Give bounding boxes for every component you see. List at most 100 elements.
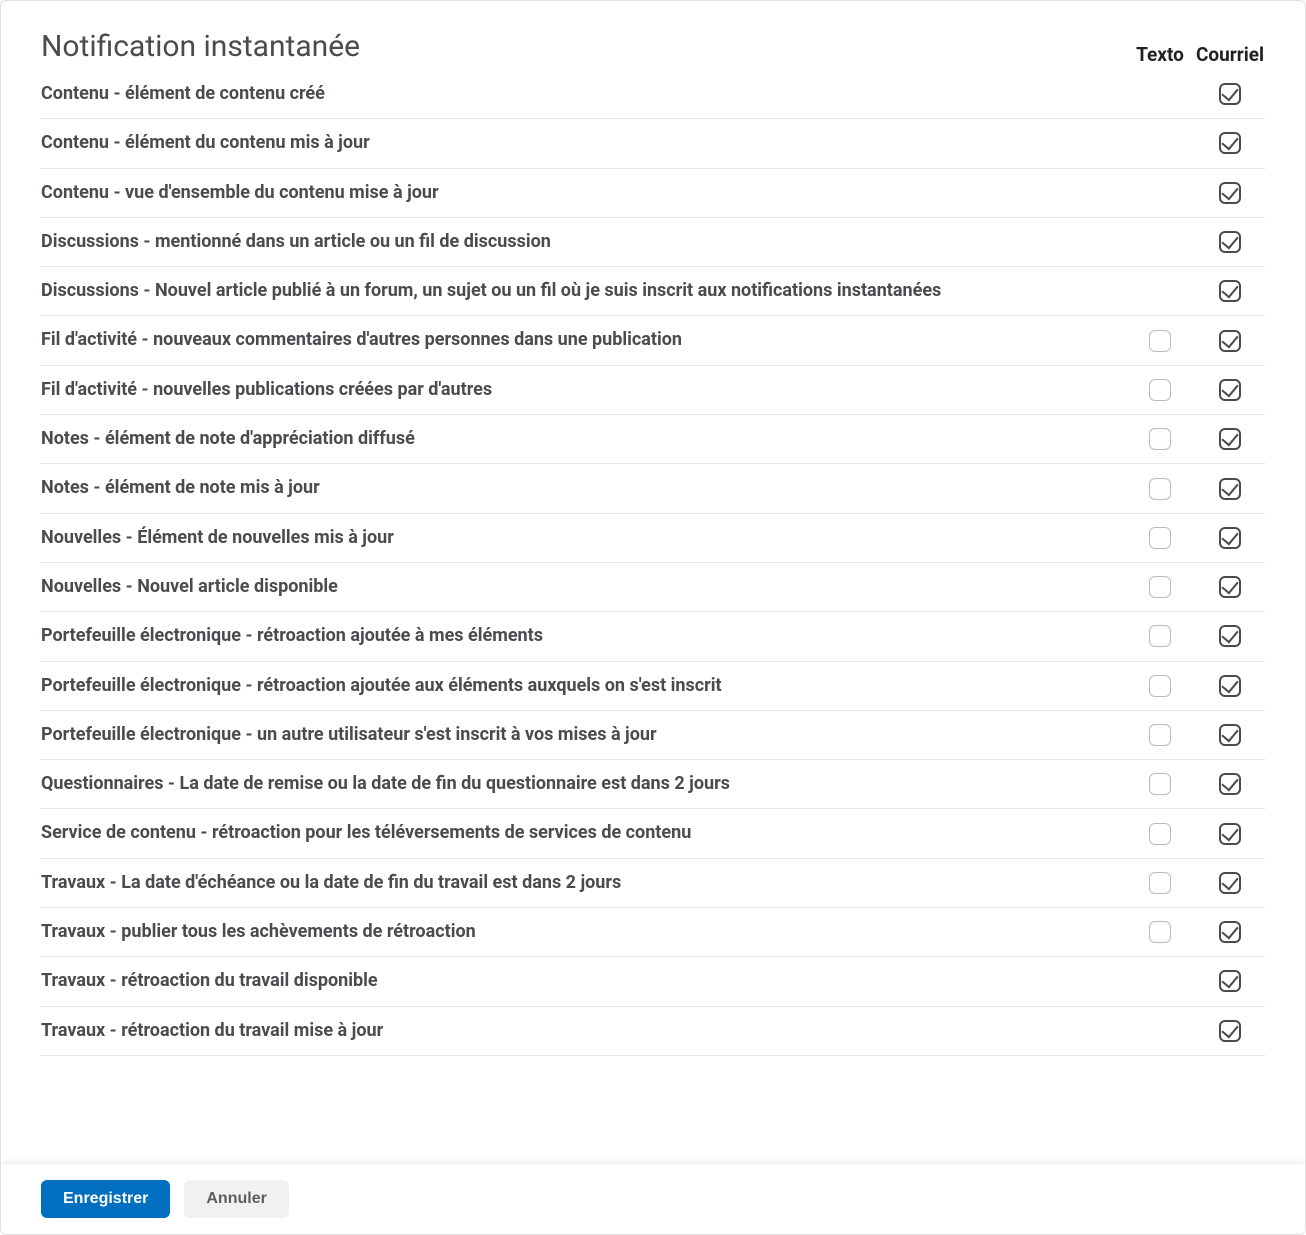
texto-cell (1125, 872, 1195, 894)
notification-label: Travaux - rétroaction du travail mise à … (41, 1007, 1125, 1055)
courriel-checkbox[interactable] (1219, 675, 1241, 697)
table-row: Travaux - rétroaction du travail disponi… (41, 957, 1265, 1006)
courriel-checkbox[interactable] (1219, 872, 1241, 894)
notification-label: Questionnaires - La date de remise ou la… (41, 760, 1125, 808)
notification-label: Notes - élément de note d'appréciation d… (41, 415, 1125, 463)
notification-label: Discussions - Nouvel article publié à un… (41, 267, 1125, 315)
texto-cell (1125, 675, 1195, 697)
texto-checkbox[interactable] (1149, 379, 1171, 401)
courriel-checkbox[interactable] (1219, 970, 1241, 992)
notification-label: Notes - élément de note mis à jour (41, 464, 1125, 512)
courriel-cell (1195, 182, 1265, 204)
courriel-checkbox[interactable] (1219, 1020, 1241, 1042)
notification-label: Portefeuille électronique - un autre uti… (41, 711, 1125, 759)
courriel-checkbox[interactable] (1219, 280, 1241, 302)
texto-cell (1125, 428, 1195, 450)
courriel-cell (1195, 823, 1265, 845)
courriel-checkbox[interactable] (1219, 773, 1241, 795)
courriel-cell (1195, 428, 1265, 450)
texto-cell (1125, 527, 1195, 549)
texto-checkbox[interactable] (1149, 921, 1171, 943)
texto-cell (1125, 330, 1195, 352)
courriel-cell (1195, 280, 1265, 302)
texto-checkbox[interactable] (1149, 773, 1171, 795)
texto-cell (1125, 773, 1195, 795)
courriel-checkbox[interactable] (1219, 83, 1241, 105)
courriel-checkbox[interactable] (1219, 379, 1241, 401)
table-row: Nouvelles - Élément de nouvelles mis à j… (41, 514, 1265, 563)
courriel-cell (1195, 625, 1265, 647)
notification-label: Travaux - publier tous les achèvements d… (41, 908, 1125, 956)
courriel-checkbox[interactable] (1219, 724, 1241, 746)
texto-cell (1125, 625, 1195, 647)
courriel-checkbox[interactable] (1219, 576, 1241, 598)
courriel-checkbox[interactable] (1219, 921, 1241, 943)
table-row: Contenu - élément du contenu mis à jour (41, 119, 1265, 168)
courriel-checkbox[interactable] (1219, 132, 1241, 154)
table-row: Discussions - mentionné dans un article … (41, 218, 1265, 267)
courriel-cell (1195, 576, 1265, 598)
cancel-button[interactable]: Annuler (184, 1180, 288, 1218)
table-row: Portefeuille électronique - rétroaction … (41, 612, 1265, 661)
texto-checkbox[interactable] (1149, 872, 1171, 894)
texto-checkbox[interactable] (1149, 478, 1171, 500)
table-row: Discussions - Nouvel article publié à un… (41, 267, 1265, 316)
courriel-checkbox[interactable] (1219, 330, 1241, 352)
table-row: Nouvelles - Nouvel article disponible (41, 563, 1265, 612)
texto-checkbox[interactable] (1149, 428, 1171, 450)
table-row: Portefeuille électronique - rétroaction … (41, 662, 1265, 711)
notification-scroll-area: Notification instantanée Texto Courriel … (1, 1, 1305, 1164)
notification-label: Contenu - élément du contenu mis à jour (41, 119, 1125, 167)
courriel-checkbox[interactable] (1219, 182, 1241, 204)
courriel-checkbox[interactable] (1219, 428, 1241, 450)
courriel-checkbox[interactable] (1219, 527, 1241, 549)
texto-checkbox[interactable] (1149, 675, 1171, 697)
texto-checkbox[interactable] (1149, 576, 1171, 598)
courriel-checkbox[interactable] (1219, 625, 1241, 647)
column-header-texto: Texto (1125, 43, 1195, 70)
courriel-cell (1195, 724, 1265, 746)
notification-label: Fil d'activité - nouveaux commentaires d… (41, 316, 1125, 364)
table-row: Fil d'activité - nouveaux commentaires d… (41, 316, 1265, 365)
courriel-cell (1195, 1020, 1265, 1042)
texto-cell (1125, 724, 1195, 746)
courriel-cell (1195, 478, 1265, 500)
courriel-cell (1195, 773, 1265, 795)
table-row: Travaux - La date d'échéance ou la date … (41, 859, 1265, 908)
texto-checkbox[interactable] (1149, 625, 1171, 647)
texto-checkbox[interactable] (1149, 823, 1171, 845)
texto-checkbox[interactable] (1149, 527, 1171, 549)
table-row: Travaux - rétroaction du travail mise à … (41, 1007, 1265, 1056)
texto-cell (1125, 478, 1195, 500)
courriel-checkbox[interactable] (1219, 231, 1241, 253)
notification-label: Portefeuille électronique - rétroaction … (41, 612, 1125, 660)
courriel-cell (1195, 379, 1265, 401)
courriel-checkbox[interactable] (1219, 478, 1241, 500)
notification-label: Fil d'activité - nouvelles publications … (41, 366, 1125, 414)
courriel-cell (1195, 921, 1265, 943)
texto-cell (1125, 379, 1195, 401)
texto-checkbox[interactable] (1149, 330, 1171, 352)
notification-label: Service de contenu - rétroaction pour le… (41, 809, 1125, 857)
notification-label: Nouvelles - Élément de nouvelles mis à j… (41, 514, 1125, 562)
table-row: Fil d'activité - nouvelles publications … (41, 366, 1265, 415)
texto-checkbox[interactable] (1149, 724, 1171, 746)
page-title: Notification instantanée (41, 29, 1125, 64)
notification-label: Travaux - rétroaction du travail disponi… (41, 957, 1125, 1005)
save-button[interactable]: Enregistrer (41, 1180, 170, 1218)
notification-label: Contenu - élément de contenu créé (41, 70, 1125, 118)
table-row: Service de contenu - rétroaction pour le… (41, 809, 1265, 858)
courriel-checkbox[interactable] (1219, 823, 1241, 845)
settings-panel: Notification instantanée Texto Courriel … (0, 0, 1306, 1235)
notification-label: Travaux - La date d'échéance ou la date … (41, 859, 1125, 907)
texto-cell (1125, 921, 1195, 943)
notification-label: Nouvelles - Nouvel article disponible (41, 563, 1125, 611)
courriel-cell (1195, 675, 1265, 697)
courriel-cell (1195, 527, 1265, 549)
table-row: Notes - élément de note d'appréciation d… (41, 415, 1265, 464)
courriel-cell (1195, 132, 1265, 154)
courriel-cell (1195, 872, 1265, 894)
notification-label: Portefeuille électronique - rétroaction … (41, 662, 1125, 710)
table-row: Contenu - élément de contenu créé (41, 70, 1265, 119)
notification-label: Discussions - mentionné dans un article … (41, 218, 1125, 266)
